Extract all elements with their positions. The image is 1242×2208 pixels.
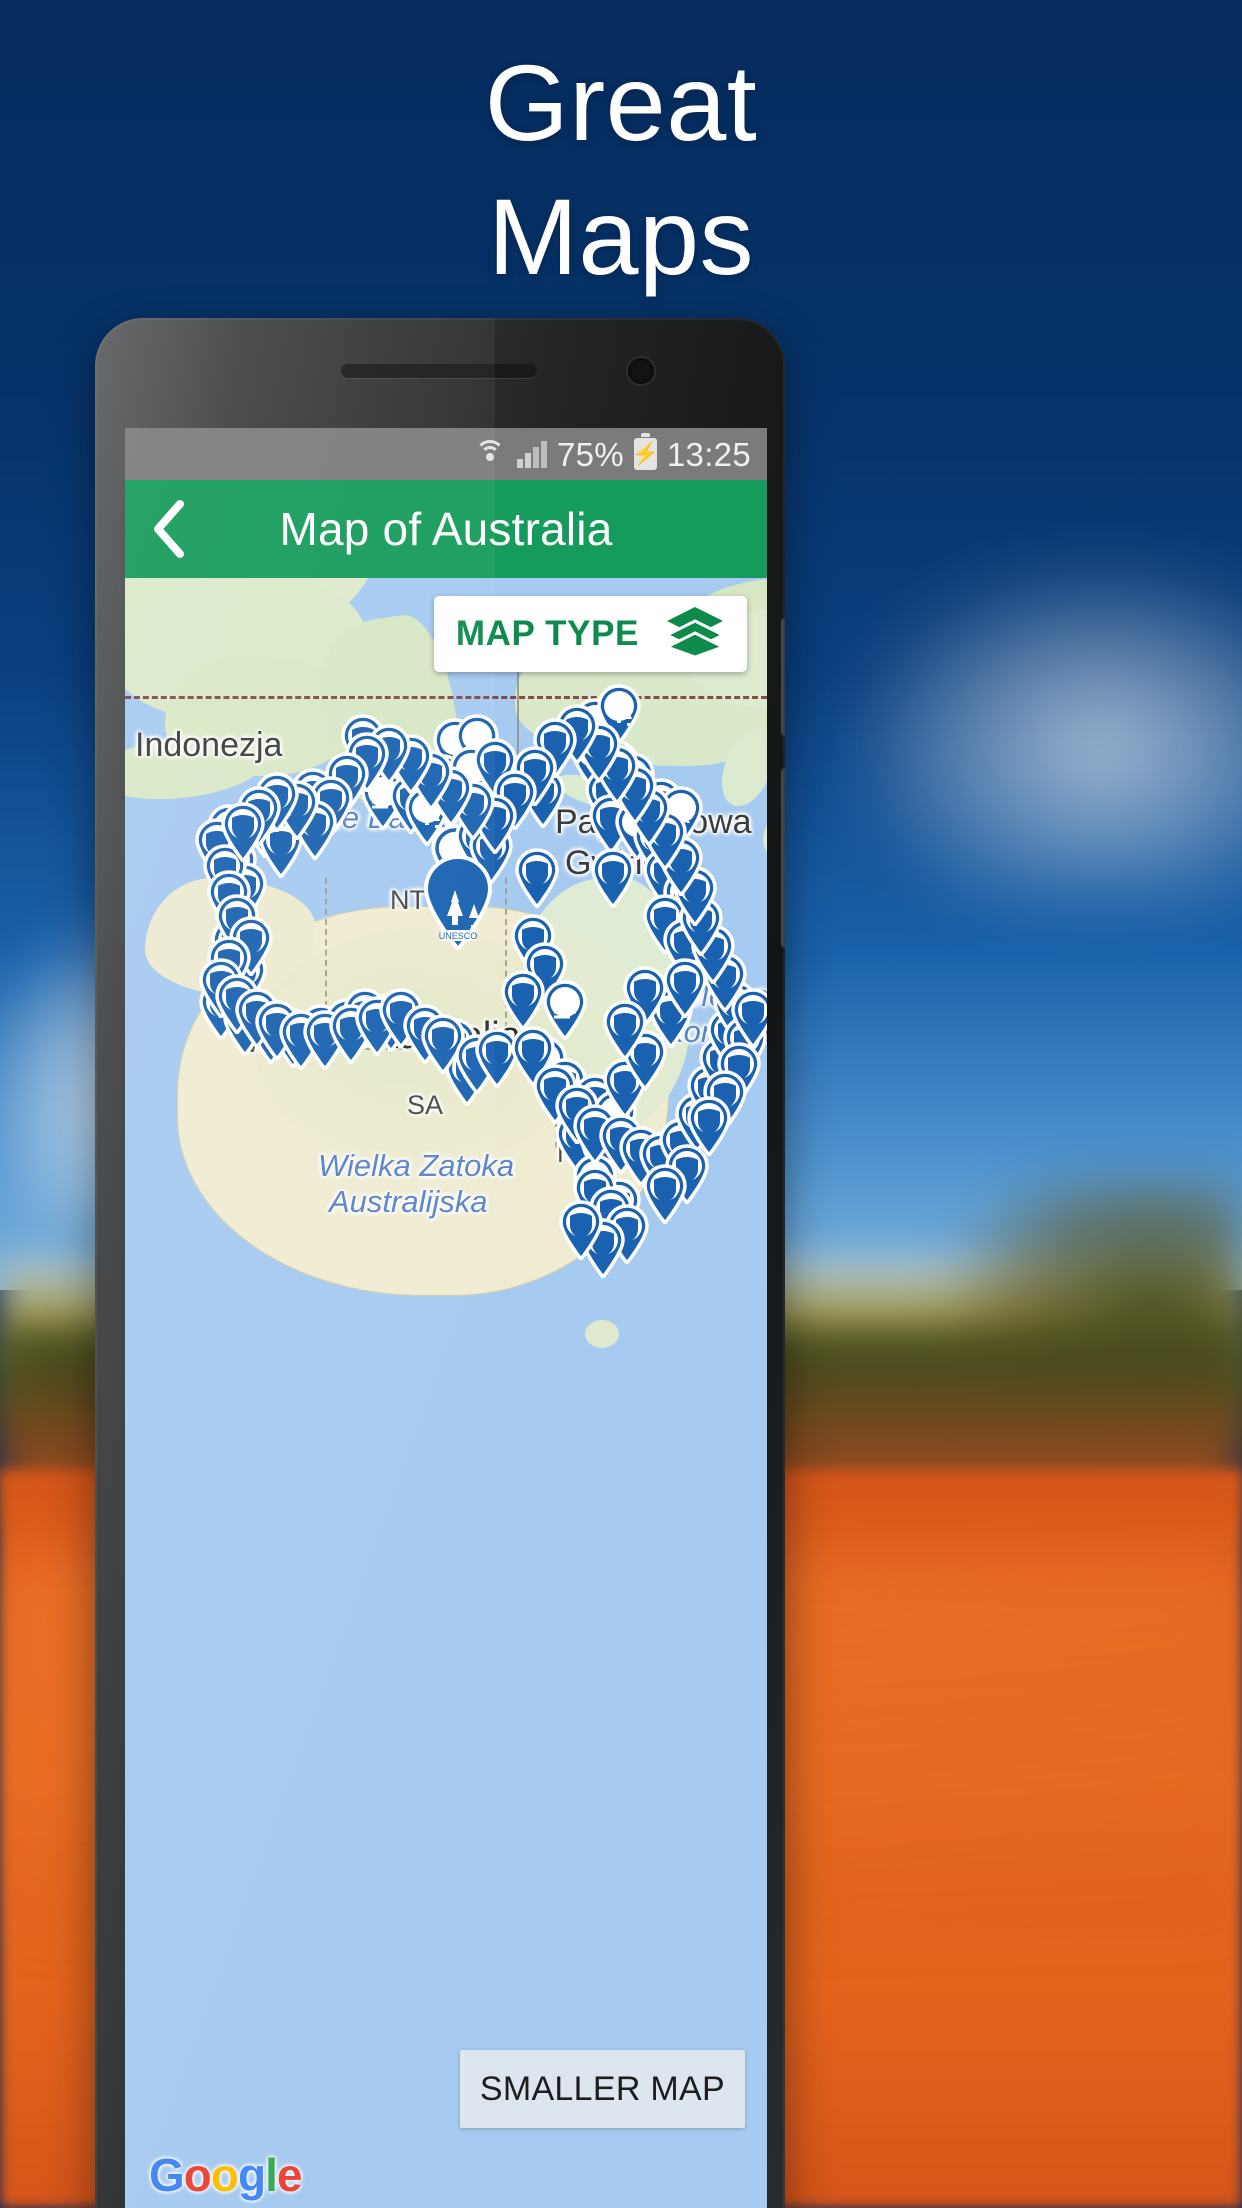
map-pin-marker[interactable] (602, 1000, 648, 1060)
power-button[interactable] (781, 768, 785, 948)
google-letter-g2: g (238, 2149, 266, 2201)
svg-text:UNESCO: UNESCO (439, 931, 478, 941)
cloud-right (842, 560, 1242, 900)
google-letter-l: l (265, 2149, 278, 2201)
map-pin-marker[interactable] (220, 802, 266, 862)
google-letter-o1: o (183, 2149, 212, 2201)
map-type-label: MAP TYPE (455, 614, 639, 653)
volume-button[interactable] (781, 618, 785, 736)
promo-headline: Great Maps (0, 36, 1242, 304)
charging-bolt-glyph: ⚡ (631, 441, 660, 466)
google-letter-o2: o (210, 2149, 239, 2201)
map-pin-marker[interactable] (514, 848, 560, 908)
map-pin-marker[interactable] (590, 848, 636, 908)
smaller-map-label: SMALLER MAP (479, 2069, 725, 2108)
map-pin-marker[interactable] (730, 988, 767, 1048)
google-map-viewport[interactable]: IndonezjaMorze BandaPapua-NowaGwineaMorz… (125, 578, 767, 2208)
cellular-signal-icon (516, 440, 547, 468)
earpiece-speaker (341, 364, 537, 378)
back-chevron-icon (150, 500, 186, 558)
landmass-tasmania (585, 1320, 619, 1348)
status-bar: 75% ⚡ 13:25 (125, 428, 767, 480)
smaller-map-button[interactable]: SMALLER MAP (459, 2050, 745, 2128)
map-pin-marker-unesco[interactable]: UNESCO (421, 854, 495, 950)
phone-device-mockup: 75% ⚡ 13:25 Map of Australia Indonezja M… (95, 318, 785, 2208)
international-border-line (125, 696, 767, 699)
clock-label: 13:25 (666, 435, 751, 473)
layers-icon (663, 605, 727, 664)
headline-line-1: Great (484, 42, 758, 163)
app-bar: Map of Australia (125, 480, 767, 578)
phone-screen: 75% ⚡ 13:25 Map of Australia Indonezja M… (125, 428, 767, 2208)
page-title: Map of Australia (279, 503, 613, 555)
map-pin-marker[interactable] (642, 1164, 688, 1224)
map-pin-marker[interactable] (500, 970, 546, 1030)
landmass-islet-c (756, 803, 767, 861)
google-letter-g1: G (149, 2149, 185, 2201)
battery-charging-icon: ⚡ (631, 433, 660, 470)
back-button[interactable] (125, 480, 211, 578)
map-type-button[interactable]: MAP TYPE (433, 596, 747, 672)
front-camera (628, 358, 654, 384)
battery-percent-label: 75% (556, 435, 624, 473)
headline-line-2: Maps (487, 176, 755, 297)
wifi-icon (473, 439, 507, 469)
google-letter-e: e (276, 2149, 303, 2201)
google-attribution-logo: Google (149, 2148, 303, 2202)
map-pin-marker[interactable] (558, 1200, 604, 1260)
